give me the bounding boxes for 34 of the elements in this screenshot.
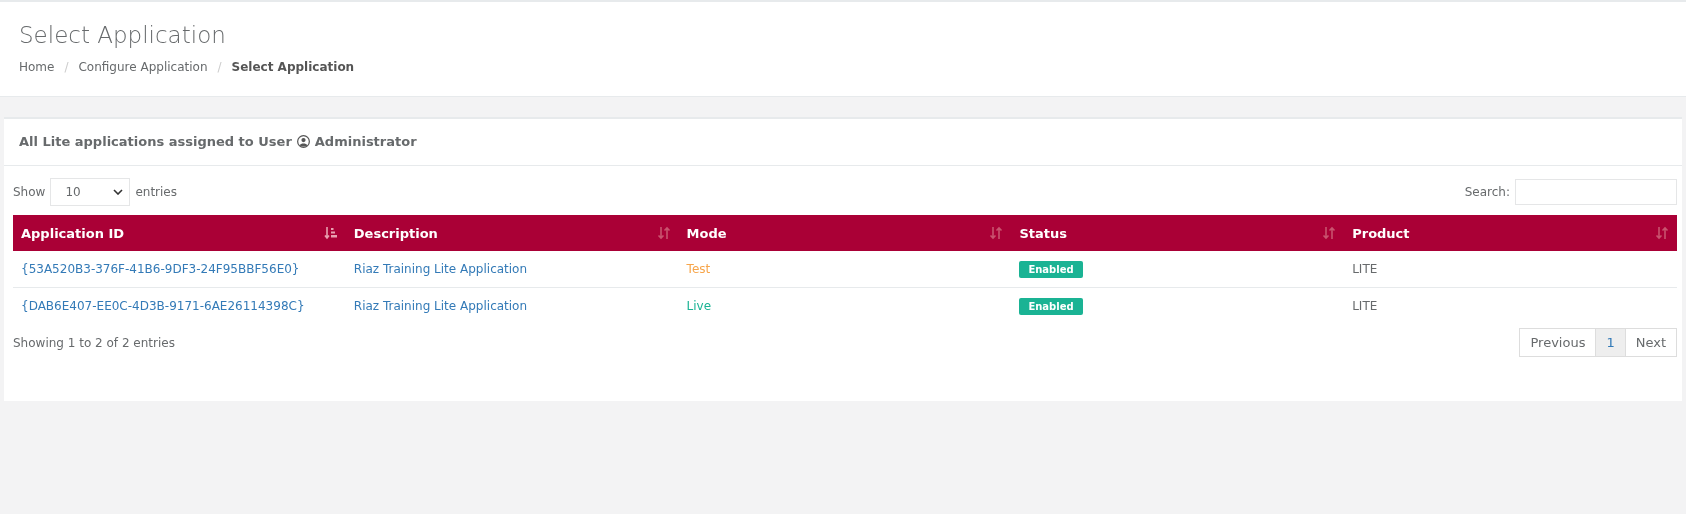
user-icon	[296, 135, 310, 148]
column-header[interactable]: Product	[1344, 215, 1677, 251]
breadcrumb-item[interactable]: Home	[19, 60, 55, 74]
column-header[interactable]: Description	[345, 215, 679, 251]
panel-title: All Lite applications assigned to User	[19, 134, 292, 149]
column-header[interactable]: Mode	[678, 215, 1012, 251]
mode-text: Live	[686, 299, 712, 313]
show-label: Show	[13, 185, 46, 199]
pagination-button[interactable]: Previous	[1519, 328, 1597, 357]
breadcrumb-separator: /	[64, 60, 69, 74]
application-id-link[interactable]: {53A520B3-376F-41B6-9DF3-24F95BBF56E0}	[21, 262, 300, 276]
description-link[interactable]: Riaz Training Lite Application	[353, 299, 528, 313]
entries-label: entries	[135, 185, 177, 199]
column-header[interactable]: Status	[1011, 215, 1345, 251]
status-badge: Enabled	[1019, 261, 1083, 278]
pagination-button[interactable]: Next	[1624, 328, 1677, 357]
mode-text: Test	[686, 262, 711, 276]
search-field[interactable]	[1515, 179, 1677, 205]
column-header[interactable]: Application ID	[13, 215, 346, 251]
entries-select[interactable]: 10	[50, 178, 131, 206]
status-badge: Enabled	[1019, 298, 1083, 315]
breadcrumb-separator: /	[217, 60, 222, 74]
caret-icon	[113, 189, 124, 195]
breadcrumb-item[interactable]: Configure Application	[78, 60, 208, 74]
pagination-button[interactable]: 1	[1595, 328, 1626, 357]
table-info: Showing 1 to 2 of 2 entries	[13, 335, 175, 350]
description-link[interactable]: Riaz Training Lite Application	[353, 262, 528, 276]
search-label: Search:	[1464, 185, 1510, 199]
breadcrumb-item: Select Application	[231, 60, 355, 74]
user-name: Administrator	[314, 134, 417, 149]
table-cell: LITE	[1352, 262, 1378, 276]
page-title: Select Application	[19, 22, 227, 48]
application-id-link[interactable]: {DAB6E407-EE0C-4D3B-9171-6AE26114398C}	[21, 299, 305, 313]
table-cell: LITE	[1352, 299, 1378, 313]
